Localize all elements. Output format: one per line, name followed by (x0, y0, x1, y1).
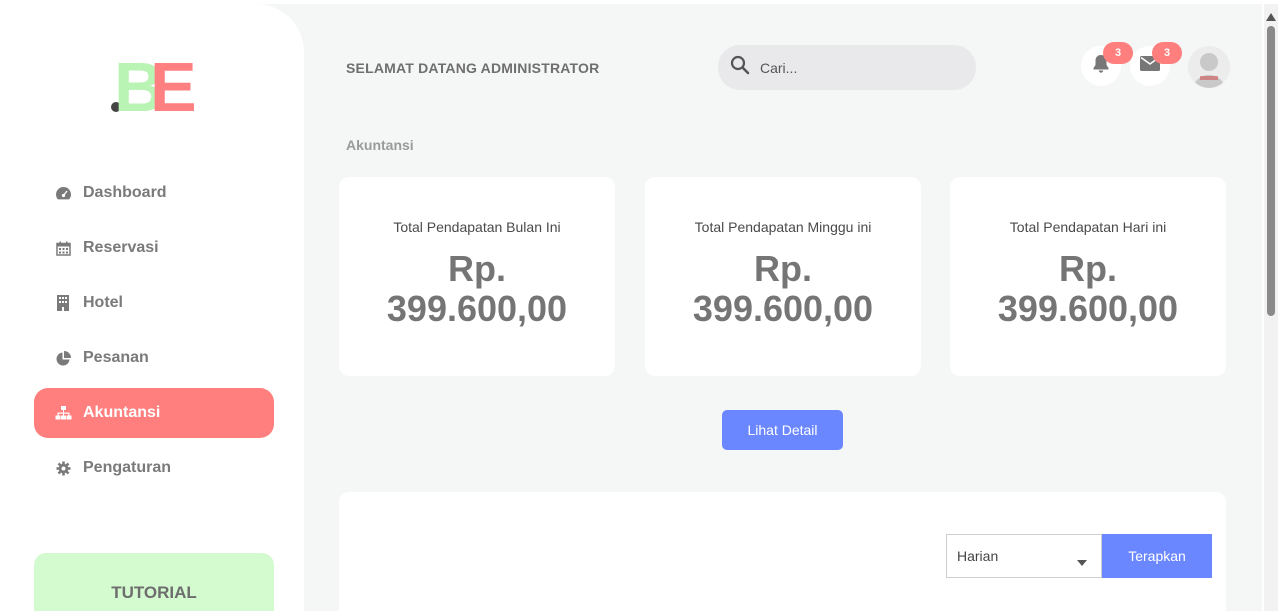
messages-button[interactable]: 3 (1130, 42, 1182, 86)
search-input[interactable] (760, 59, 950, 76)
logo-letter-e: E (150, 48, 197, 126)
sidebar-item-hotel[interactable]: Hotel (34, 278, 274, 328)
sidebar-item-label: Akuntansi (83, 404, 161, 421)
apply-button[interactable]: Terapkan (1102, 534, 1212, 578)
sidebar: B E Dashboard Reservasi Hotel Pesanan Ak… (4, 4, 304, 611)
card-value-amount: 399.600,00 (386, 288, 568, 329)
scrollbar-thumb[interactable] (1267, 26, 1275, 316)
app-window: B E Dashboard Reservasi Hotel Pesanan Ak… (4, 4, 1262, 611)
messages-badge: 3 (1152, 42, 1182, 64)
avatar[interactable] (1188, 46, 1230, 88)
tutorial-card[interactable]: TUTORIAL (34, 553, 274, 611)
revenue-card-week: Total Pendapatan Minggu ini Rp. 399.600,… (645, 177, 921, 376)
card-value: Rp. 399.600,00 (950, 249, 1226, 329)
sidebar-item-label: Reservasi (83, 239, 159, 256)
sidebar-item-akuntansi[interactable]: Akuntansi (34, 388, 274, 438)
sidebar-item-label: Pengaturan (83, 459, 172, 476)
search-icon (730, 55, 750, 80)
card-value-amount: 399.600,00 (997, 288, 1179, 329)
calendar-icon (52, 241, 74, 256)
revenue-card-day: Total Pendapatan Hari ini Rp. 399.600,00 (950, 177, 1226, 376)
notifications-badge: 3 (1103, 42, 1133, 64)
notifications-button[interactable]: 3 (1081, 42, 1133, 86)
caret-down-icon (1077, 553, 1087, 569)
section-title: Akuntansi (346, 137, 414, 153)
card-title: Total Pendapatan Minggu ini (694, 219, 872, 235)
building-icon (52, 295, 74, 311)
scroll-up-arrow-icon[interactable] (1266, 8, 1276, 26)
sidebar-item-reservasi[interactable]: Reservasi (34, 223, 274, 273)
card-title: Total Pendapatan Hari ini (1009, 219, 1167, 235)
card-value: Rp. 399.600,00 (645, 249, 921, 329)
card-value-prefix: Rp. (448, 248, 506, 289)
card-value-prefix: Rp. (754, 248, 812, 289)
report-panel: Harian Terapkan (339, 492, 1226, 611)
page-greeting: SELAMAT DATANG ADMINISTRATOR (346, 60, 600, 76)
sidebar-item-dashboard[interactable]: Dashboard (34, 168, 274, 218)
period-select[interactable]: Harian (946, 534, 1102, 578)
sitemap-icon (52, 406, 74, 420)
brand-logo[interactable]: B E (110, 52, 200, 124)
sidebar-item-pengaturan[interactable]: Pengaturan (34, 443, 274, 493)
vertical-scrollbar[interactable] (1264, 4, 1278, 611)
card-title: Total Pendapatan Bulan Ini (393, 219, 561, 235)
dashboard-icon (52, 186, 74, 200)
tutorial-label: TUTORIAL (111, 583, 197, 602)
sidebar-item-label: Pesanan (83, 349, 149, 366)
user-avatar-icon (1188, 46, 1230, 88)
card-value: Rp. 399.600,00 (339, 249, 615, 329)
period-select-value: Harian (957, 548, 999, 564)
sidebar-item-label: Hotel (83, 294, 123, 311)
revenue-card-month: Total Pendapatan Bulan Ini Rp. 399.600,0… (339, 177, 615, 376)
sidebar-item-pesanan[interactable]: Pesanan (34, 333, 274, 383)
pie-chart-icon (52, 350, 74, 366)
gear-icon (52, 461, 74, 476)
card-value-prefix: Rp. (1059, 248, 1117, 289)
card-value-amount: 399.600,00 (692, 288, 874, 329)
search-bar[interactable] (718, 45, 976, 90)
view-detail-button[interactable]: Lihat Detail (722, 410, 843, 450)
sidebar-item-label: Dashboard (83, 184, 167, 201)
